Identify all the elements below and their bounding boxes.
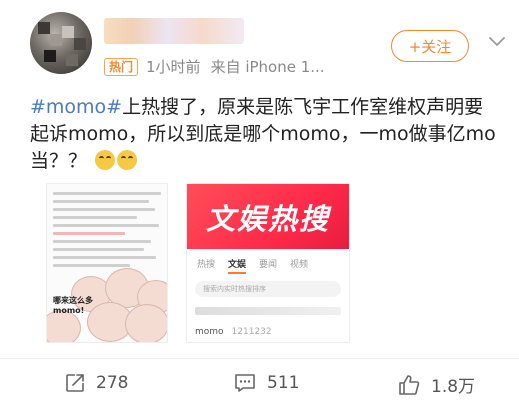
hot-search-item-name: momo [195, 327, 224, 337]
hot-badge: 热门 [104, 57, 139, 76]
comment-button[interactable]: 511 [233, 372, 299, 394]
hot-search-banner: 文娱热搜 [187, 184, 349, 249]
repost-count: 278 [96, 373, 129, 393]
avatar[interactable] [30, 12, 92, 74]
follow-button[interactable]: +关注 [391, 30, 469, 62]
topic-link[interactable]: #momo# [30, 96, 122, 118]
post-meta: 热门 1小时前 来自 iPhone 1... [104, 56, 325, 77]
chevron-down-icon[interactable] [486, 30, 508, 52]
repost-icon [66, 374, 84, 392]
post-source: 来自 iPhone 1... [210, 58, 325, 76]
post-time: 1小时前 [146, 58, 201, 76]
tab-entertainment: 文娱 [228, 257, 247, 274]
comment-icon [235, 374, 255, 392]
post-image-document[interactable]: 哪来这么多momo! [46, 183, 168, 343]
hot-search-item-count: 1211232 [231, 327, 272, 337]
tab-news: 要闻 [259, 260, 278, 270]
laugh-cry-emoji-icon [95, 150, 116, 170]
hot-search-item: momo 1211232 [195, 327, 349, 337]
tab-hot: 热搜 [197, 260, 216, 270]
thumbs-up-icon [399, 374, 420, 395]
like-count: 1.8万 [431, 377, 476, 397]
comment-count: 511 [267, 373, 300, 393]
like-button[interactable]: 1.8万 [397, 372, 475, 397]
post-text: #momo#上热搜了，原来是陈飞宇工作室维权声明要起诉momo，所以到底是哪个m… [30, 94, 500, 175]
tab-video: 视频 [290, 260, 309, 270]
username-blurred[interactable] [104, 18, 244, 44]
hot-search-tabs: 热搜 文娱 要闻 视频 [197, 257, 349, 274]
divider [0, 358, 519, 359]
post-image-hot-search[interactable]: 文娱热搜 热搜 文娱 要闻 视频 搜索内实时热搜排序 momo 1211232 [186, 183, 350, 343]
meme-caption: 哪来这么多momo! [53, 296, 93, 315]
blurred-line [195, 307, 341, 315]
hot-search-bar: 搜索内实时热搜排序 [195, 281, 341, 297]
laugh-cry-emoji-icon [117, 150, 138, 170]
repost-button[interactable]: 278 [64, 372, 128, 394]
